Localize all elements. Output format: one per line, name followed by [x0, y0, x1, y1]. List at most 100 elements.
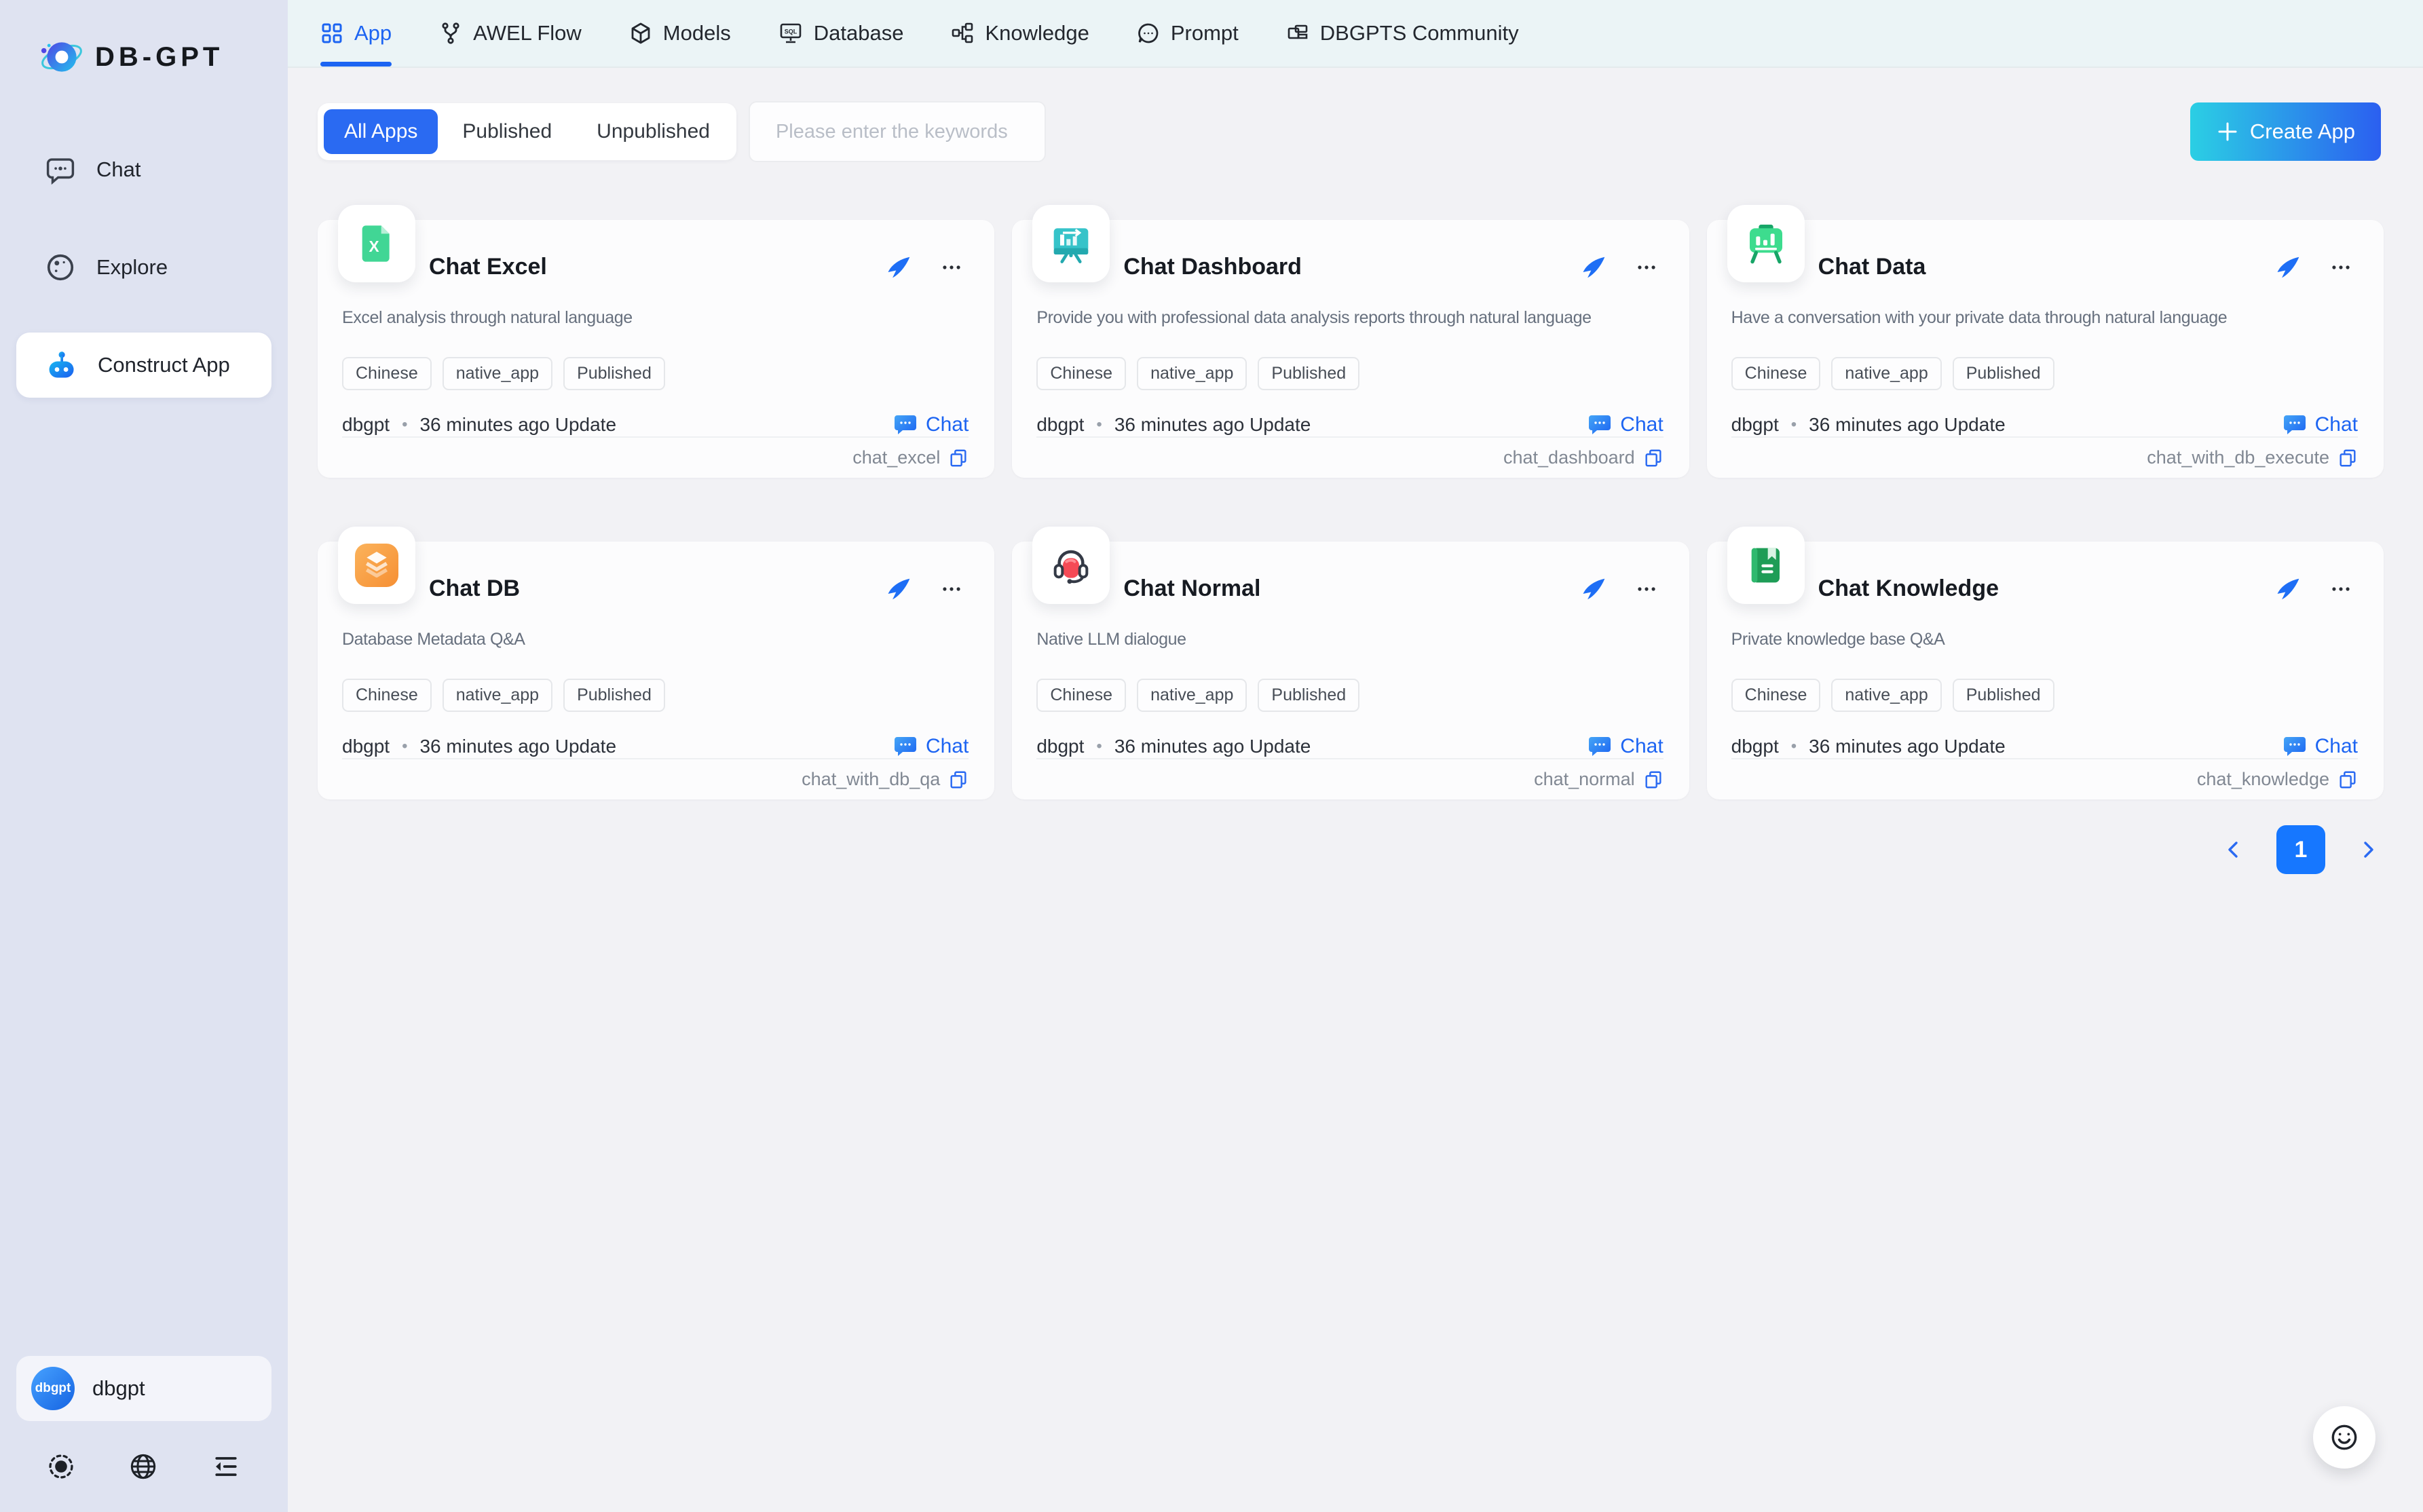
- user-profile[interactable]: dbgpt dbgpt: [16, 1356, 271, 1421]
- search-input[interactable]: [776, 121, 1032, 143]
- app-description: Have a conversation with your private da…: [1731, 308, 2358, 327]
- chat-link[interactable]: Chat: [2283, 735, 2358, 758]
- filter-unpublished[interactable]: Unpublished: [576, 109, 730, 154]
- more-menu-icon[interactable]: [2328, 254, 2354, 280]
- scene-name: chat_knowledge: [2197, 769, 2329, 790]
- collapse-sidebar-icon[interactable]: [210, 1451, 242, 1482]
- explore-icon: [45, 252, 76, 283]
- updated-time: 36 minutes ago Update: [1809, 736, 2006, 757]
- sidebar-footer: [0, 1439, 288, 1512]
- more-menu-icon[interactable]: [939, 576, 964, 602]
- chat-link[interactable]: Chat: [1588, 735, 1663, 758]
- meta-row: dbgpt • 36 minutes ago Update Chat: [342, 735, 969, 758]
- app-title: Chat Normal: [1123, 575, 1580, 602]
- app-description: Provide you with professional data analy…: [1036, 308, 1663, 327]
- brand-name: DB-GPT: [95, 42, 223, 73]
- dingtalk-share-icon[interactable]: [2275, 254, 2302, 281]
- tag-row: Chinese native_app Published: [1036, 357, 1663, 390]
- tag-row: Chinese native_app Published: [342, 357, 969, 390]
- tab-database[interactable]: SQL Database: [778, 0, 904, 67]
- dot-separator: •: [1096, 415, 1102, 434]
- tab-prompt[interactable]: Prompt: [1137, 0, 1239, 67]
- tag: Chinese: [1731, 357, 1821, 390]
- app-title: Chat DB: [429, 575, 886, 602]
- sidebar-item-chat[interactable]: Chat: [16, 137, 271, 202]
- tab-dbgpts-community[interactable]: DBGPTS Community: [1286, 0, 1519, 67]
- chevron-right-icon[interactable]: [2356, 838, 2380, 861]
- chat-link[interactable]: Chat: [893, 735, 969, 758]
- chat-bubble-icon: [2283, 414, 2307, 436]
- dingtalk-share-icon[interactable]: [2275, 575, 2302, 603]
- theme-sun-icon[interactable]: [46, 1452, 76, 1481]
- updated-time: 36 minutes ago Update: [1114, 736, 1311, 757]
- tab-knowledge[interactable]: Knowledge: [951, 0, 1089, 67]
- app-card[interactable]: Chat DB Database Metadata Q&A Chinese na…: [318, 542, 994, 799]
- sidebar-item-construct-app[interactable]: Construct App: [16, 333, 271, 398]
- scene-name: chat_dashboard: [1503, 447, 1635, 468]
- feedback-smiley-button[interactable]: [2313, 1406, 2375, 1469]
- tab-app[interactable]: App: [320, 0, 392, 67]
- copy-icon[interactable]: [948, 448, 969, 468]
- app-icon-tile: [1727, 527, 1805, 604]
- app-card[interactable]: Chat Knowledge Private knowledge base Q&…: [1707, 542, 2384, 799]
- copy-icon[interactable]: [2337, 448, 2358, 468]
- prompt-bubble-icon: [1137, 22, 1160, 45]
- sidebar-item-explore[interactable]: Explore: [16, 235, 271, 300]
- app-icon-tile: [338, 527, 415, 604]
- dingtalk-share-icon[interactable]: [1581, 575, 1608, 603]
- owner: dbgpt: [1731, 736, 1779, 757]
- more-menu-icon[interactable]: [1634, 254, 1659, 280]
- tab-awel-flow[interactable]: AWEL Flow: [439, 0, 582, 67]
- sidebar-item-label: Chat: [96, 157, 140, 182]
- dingtalk-share-icon[interactable]: [886, 254, 913, 281]
- tag: Published: [563, 357, 665, 390]
- sidebar-nav: Chat Explore Construct App: [0, 137, 288, 398]
- tag: Chinese: [1036, 357, 1126, 390]
- more-menu-icon[interactable]: [939, 254, 964, 280]
- tab-models[interactable]: Models: [629, 0, 731, 67]
- tag: native_app: [1831, 357, 1941, 390]
- app-card-chat-knowledge: Chat Knowledge Private knowledge base Q&…: [1707, 527, 2384, 799]
- chevron-left-icon[interactable]: [2222, 838, 2245, 861]
- excel-file-icon: X: [355, 222, 398, 265]
- language-globe-icon[interactable]: [128, 1451, 159, 1482]
- owner: dbgpt: [1036, 736, 1084, 757]
- tag: Chinese: [1731, 679, 1821, 712]
- pagination: 1: [288, 825, 2380, 874]
- card-footer: chat_normal: [1036, 758, 1663, 799]
- dot-separator: •: [402, 415, 407, 434]
- app-card[interactable]: Chat Data Have a conversation with your …: [1707, 220, 2384, 478]
- app-card[interactable]: Chat Dashboard Provide you with professi…: [1012, 220, 1689, 478]
- chat-bubble-icon: [45, 154, 76, 185]
- app-card[interactable]: Chat Normal Native LLM dialogue Chinese …: [1012, 542, 1689, 799]
- filter-all-apps[interactable]: All Apps: [324, 109, 438, 154]
- chat-link[interactable]: Chat: [1588, 413, 1663, 436]
- app-card[interactable]: Chat Excel Excel analysis through natura…: [318, 220, 994, 478]
- user-name: dbgpt: [92, 1376, 145, 1401]
- chat-link[interactable]: Chat: [2283, 413, 2358, 436]
- page-1-button[interactable]: 1: [2276, 825, 2325, 874]
- app-card-chat-normal: Chat Normal Native LLM dialogue Chinese …: [1012, 527, 1689, 799]
- tag: native_app: [443, 357, 552, 390]
- dingtalk-share-icon[interactable]: [1581, 254, 1608, 281]
- meta-row: dbgpt • 36 minutes ago Update Chat: [1731, 735, 2358, 758]
- more-menu-icon[interactable]: [2328, 576, 2354, 602]
- dot-separator: •: [1096, 737, 1102, 756]
- create-app-button[interactable]: Create App: [2190, 102, 2381, 161]
- app-title: Chat Data: [1818, 254, 2275, 280]
- dot-separator: •: [1791, 415, 1797, 434]
- copy-icon[interactable]: [948, 770, 969, 790]
- copy-icon[interactable]: [2337, 770, 2358, 790]
- tag: Chinese: [1036, 679, 1126, 712]
- filter-published[interactable]: Published: [442, 109, 572, 154]
- copy-icon[interactable]: [1643, 770, 1664, 790]
- chat-link-label: Chat: [926, 735, 969, 758]
- card-footer: chat_dashboard: [1036, 436, 1663, 478]
- dingtalk-share-icon[interactable]: [886, 575, 913, 603]
- scene-name: chat_normal: [1534, 769, 1635, 790]
- tag: Published: [563, 679, 665, 712]
- app-card-chat-dashboard: Chat Dashboard Provide you with professi…: [1012, 205, 1689, 478]
- more-menu-icon[interactable]: [1634, 576, 1659, 602]
- chat-link[interactable]: Chat: [893, 413, 969, 436]
- copy-icon[interactable]: [1643, 448, 1664, 468]
